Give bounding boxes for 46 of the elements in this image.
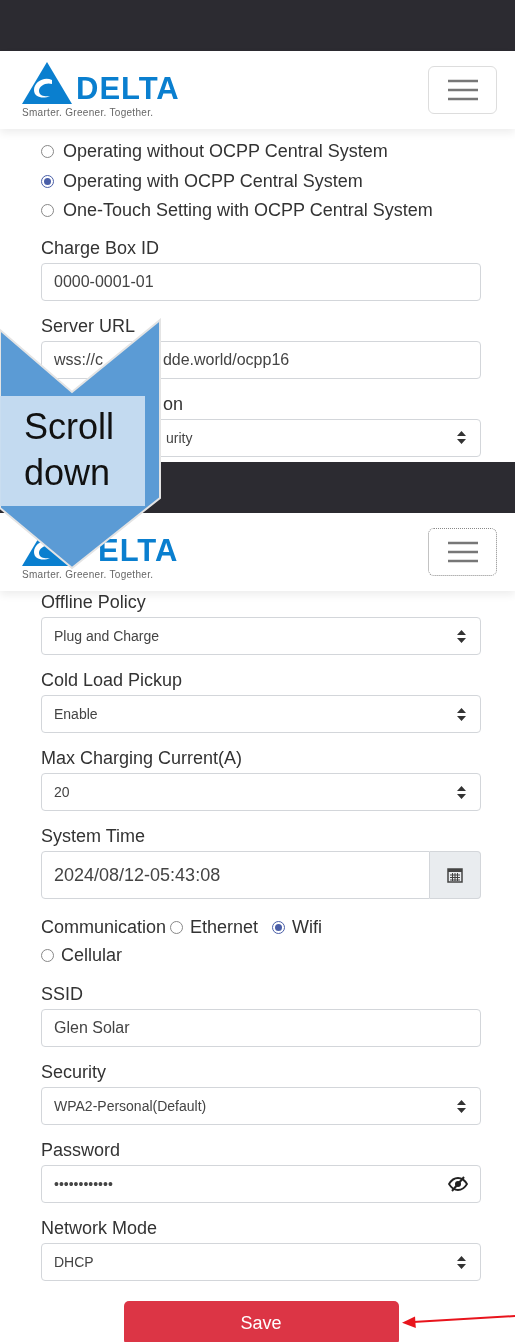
field-label: Server URL <box>41 314 136 337</box>
radio-option[interactable]: Wifi <box>272 913 323 941</box>
select-caret-icon <box>457 629 466 643</box>
logo-wordmark: ELTA <box>98 536 179 566</box>
field-label: Network Mode <box>41 1217 158 1239</box>
field-label: SSID <box>41 983 83 1005</box>
logo-tagline: Smarter. Greener. Together. <box>22 107 155 118</box>
field-label: Cold Load Pickup <box>41 669 183 691</box>
select-caret-icon <box>457 1255 466 1269</box>
field-label: Max Charging Current(A) <box>41 747 243 769</box>
scroll-hint-tooltip: Scroll down <box>0 396 145 506</box>
field-label: Password <box>41 1139 121 1161</box>
save-button[interactable]: Save <box>123 1301 399 1342</box>
field-label: Security <box>41 1061 107 1083</box>
select-caret-icon <box>457 785 466 799</box>
field-label: Charge Box ID <box>41 236 160 259</box>
text-field[interactable]: Glen Solar <box>41 1009 481 1047</box>
select-caret-icon <box>457 1099 466 1113</box>
radio-option[interactable]: Operating without OCPP Central System <box>41 137 481 167</box>
select-field[interactable]: WPA2-Personal(Default) <box>41 1087 481 1125</box>
select-field[interactable]: DHCP <box>41 1243 481 1281</box>
calendar-button[interactable] <box>430 851 481 899</box>
password-field[interactable]: •••••••••••• <box>41 1165 481 1203</box>
menu-icon <box>447 79 478 101</box>
logo-icon <box>22 62 72 104</box>
radio-option[interactable]: One-Touch Setting with OCPP Central System <box>41 196 481 226</box>
radio-option[interactable]: Operating with OCPP Central System <box>41 166 481 196</box>
date-field[interactable]: 2024/08/12-05:43:08 <box>41 851 430 899</box>
field-label: on <box>163 392 184 415</box>
field-label: Offline Policy <box>41 591 146 613</box>
logo-wordmark: DELTA <box>76 74 180 104</box>
menu-button[interactable] <box>428 528 497 576</box>
select-caret-icon <box>457 431 466 444</box>
menu-icon <box>447 541 478 563</box>
select-caret-icon <box>457 707 466 721</box>
select-field[interactable]: Enable <box>41 695 481 733</box>
calendar-icon <box>447 867 463 883</box>
logo-tagline: Smarter. Greener. Together. <box>22 569 155 580</box>
radio-option[interactable]: Cellular <box>41 941 123 969</box>
field-label: System Time <box>41 825 146 847</box>
select-field[interactable]: Plug and Charge <box>41 617 481 655</box>
eye-slash-icon[interactable] <box>448 1176 468 1192</box>
field-label: Communication <box>41 916 167 939</box>
select-field[interactable]: 20 <box>41 773 481 811</box>
text-field[interactable]: 0000-0001-01 <box>41 262 481 301</box>
radio-option[interactable]: Ethernet <box>170 913 259 941</box>
